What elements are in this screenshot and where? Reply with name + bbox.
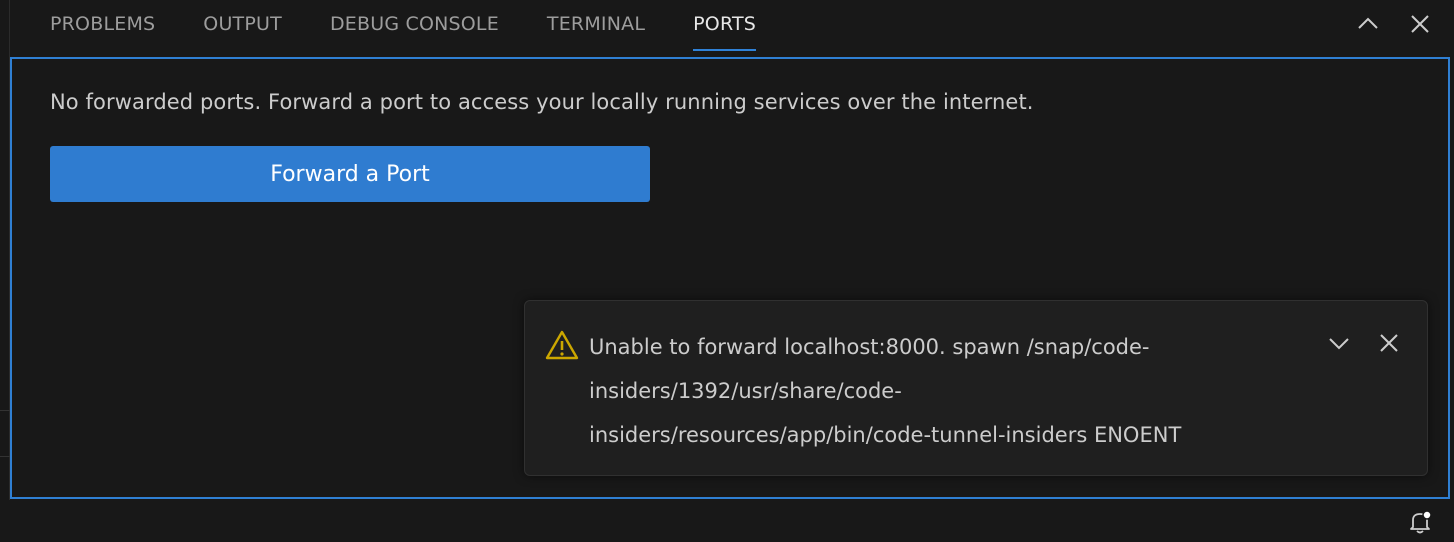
panel-tabs: PROBLEMS OUTPUT DEBUG CONSOLE TERMINAL P… (50, 0, 804, 54)
close-panel-button[interactable] (1406, 8, 1434, 40)
no-ports-message: No forwarded ports. Forward a port to ac… (50, 90, 1034, 114)
notification-message: Unable to forward localhost:8000. spawn … (589, 325, 1289, 457)
close-notification-button[interactable] (1375, 327, 1403, 359)
notification-toast: Unable to forward localhost:8000. spawn … (524, 300, 1428, 476)
notification-line: insiders/resources/app/bin/code-tunnel-i… (589, 423, 1182, 447)
left-editor-edge (0, 0, 10, 542)
warning-icon (545, 330, 579, 360)
panel-header: PROBLEMS OUTPUT DEBUG CONSOLE TERMINAL P… (10, 0, 1454, 57)
tab-output[interactable]: OUTPUT (203, 0, 282, 54)
chevron-down-icon (1329, 338, 1349, 350)
close-icon (1380, 334, 1398, 352)
collapse-notification-button[interactable] (1325, 327, 1353, 359)
tab-terminal[interactable]: TERMINAL (547, 0, 645, 54)
edge-divider (0, 410, 10, 411)
tab-problems[interactable]: PROBLEMS (50, 0, 155, 54)
tab-debug-console[interactable]: DEBUG CONSOLE (330, 0, 499, 54)
bell-dot-icon (1410, 510, 1432, 534)
close-icon (1411, 15, 1429, 33)
notification-line: insiders/1392/usr/share/code- (589, 379, 902, 403)
panel-actions (1354, 8, 1434, 40)
chevron-up-icon (1358, 17, 1378, 29)
edge-divider (0, 456, 10, 457)
status-bar (0, 500, 1454, 542)
maximize-panel-button[interactable] (1354, 8, 1382, 40)
tab-ports[interactable]: PORTS (693, 0, 756, 54)
forward-a-port-button[interactable]: Forward a Port (50, 146, 650, 202)
notification-line: Unable to forward localhost:8000. spawn … (589, 335, 1150, 359)
notification-actions (1325, 327, 1403, 359)
notifications-button[interactable] (1406, 508, 1434, 536)
